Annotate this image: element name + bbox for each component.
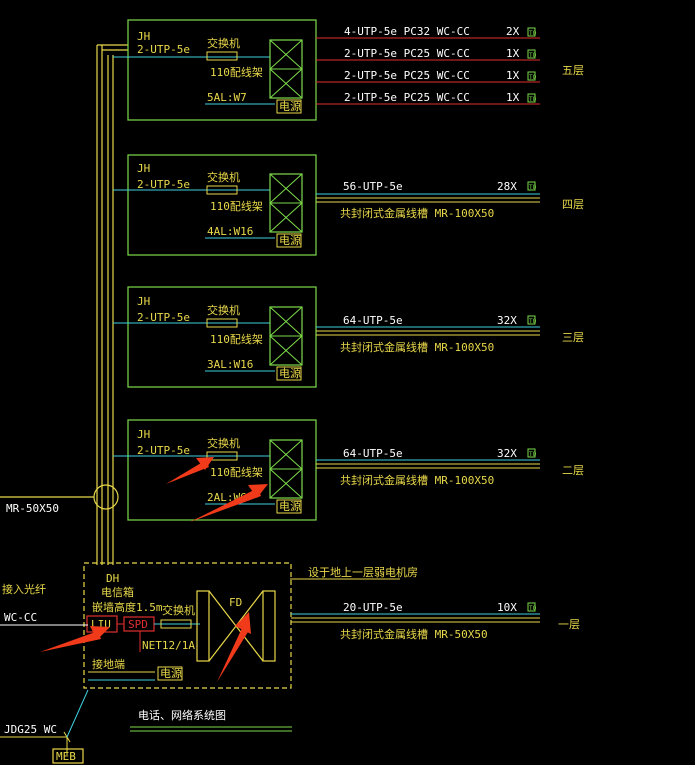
ground-floor-trunk: 20-UTP-5e 10X 共封闭式金属线槽 MR-50X50 一层	[291, 601, 580, 641]
ground-label: 接地端	[92, 658, 125, 671]
jh-label: JH	[137, 295, 150, 308]
riser-cable-label: 2-UTP-5e	[137, 444, 190, 457]
riser-cable-label: 2-UTP-5e	[137, 43, 190, 56]
power-circuit-label: 3AL:W16	[207, 358, 253, 371]
power-circuit-label: 5AL:W7	[207, 91, 247, 104]
outlet-cable: 4-UTP-5e PC32 WC-CC	[344, 25, 470, 38]
outlet-cable: 2-UTP-5e PC25 WC-CC	[344, 69, 470, 82]
power-box: 电源	[160, 666, 182, 680]
riser-cable-label: 2-UTP-5e	[137, 311, 190, 324]
mount-label: 嵌墙高度1.5m	[92, 600, 163, 614]
tray-label: 共封闭式金属线槽 MR-100X50	[340, 340, 494, 354]
power-box: 电源	[279, 99, 301, 113]
switch-label: 交换机	[207, 36, 240, 50]
patch-label: 110配线架	[210, 465, 263, 479]
riser-tray-label: MR-50X50	[6, 502, 59, 515]
floor-label: 二层	[562, 464, 584, 477]
trunk-count: 10X	[497, 601, 517, 614]
spd-model: NET12/1A	[142, 639, 195, 652]
title-text: 电话、网络系统图	[138, 708, 226, 722]
switch-label: 交换机	[207, 170, 240, 184]
trunk-cable: 64-UTP-5e	[343, 314, 403, 327]
outlet-cable: 2-UTP-5e PC25 WC-CC	[344, 47, 470, 60]
conduit-label: JDG25 WC	[4, 723, 57, 736]
floor-label: 四层	[562, 198, 584, 211]
diagram-title: 电话、网络系统图	[130, 708, 292, 732]
floor-label: 三层	[562, 331, 584, 344]
floor-2-cabinet: JH 2-UTP-5e 交换机 110配线架 2AL:W6 电源	[113, 419, 317, 521]
switch-label: 交换机	[162, 603, 195, 617]
trunk-cable: 56-UTP-5e	[343, 180, 403, 193]
power-box: 电源	[279, 366, 301, 380]
incoming-label: 接入光纤	[2, 582, 46, 596]
power-box: 电源	[279, 233, 301, 247]
tray-label: 共封闭式金属线槽 MR-100X50	[340, 206, 494, 220]
floor-3-cabinet: JH 2-UTP-5e 交换机 110配线架 3AL:W16 电源	[113, 286, 317, 388]
floor-5-outlets: 4-UTP-5e PC32 WC-CC 2-UTP-5e PC25 WC-CC …	[316, 25, 584, 105]
jh-label: JH	[137, 162, 150, 175]
arrow-icon	[190, 484, 268, 522]
trunk-count: 32X	[497, 314, 517, 327]
outlet-count: 2X	[506, 25, 520, 38]
outlet-icon	[527, 315, 538, 326]
jh-label: JH	[137, 30, 150, 43]
outlet-icon	[527, 602, 538, 613]
trunk-count: 32X	[497, 447, 517, 460]
floor-4-cabinet: JH 2-UTP-5e 交换机 110配线架 4AL:W16 电源	[113, 154, 317, 256]
trunk-count: 28X	[497, 180, 517, 193]
power-box: 电源	[279, 499, 301, 513]
floor-label: 一层	[558, 618, 580, 631]
switch-label: 交换机	[207, 303, 240, 317]
switch-label: 交换机	[207, 436, 240, 450]
arrow-icon	[40, 626, 110, 652]
floor-label: 五层	[562, 64, 584, 77]
outlet-icon	[527, 27, 538, 38]
floor-4-trunk: 56-UTP-5e 28X 共封闭式金属线槽 MR-100X50 四层	[316, 180, 584, 220]
dh-label: DH	[106, 572, 119, 585]
power-circuit-label: 4AL:W16	[207, 225, 253, 238]
system-diagram: TO JH 2-UTP-5e 交换机 110配线架 5AL:W7 电源	[0, 19, 584, 764]
outlet-icon	[527, 448, 538, 459]
fd-label: FD	[229, 596, 242, 609]
ground-floor-cabinet: DH 电信箱 嵌墙高度1.5m LIU SPD 交换机 NET12/1A 接地端…	[83, 562, 418, 689]
floor-2-trunk: 64-UTP-5e 32X 共封闭式金属线槽 MR-100X50 二层	[316, 447, 584, 487]
outlet-count: 1X	[506, 69, 520, 82]
vertical-riser	[0, 44, 128, 565]
trunk-cable: 20-UTP-5e	[343, 601, 403, 614]
outlet-count: 1X	[506, 47, 520, 60]
outlet-count: 1X	[506, 91, 520, 104]
switch-icon	[206, 51, 238, 61]
cabinet-label: 电信箱	[101, 585, 134, 599]
incoming-wc-label: WC-CC	[4, 611, 37, 624]
patch-label: 110配线架	[210, 332, 263, 346]
patch-label: 110配线架	[210, 65, 263, 79]
arrow-icon	[166, 457, 214, 484]
riser-cable-label: 2-UTP-5e	[137, 178, 190, 191]
outlet-icon	[527, 49, 538, 60]
spd-box: SPD	[128, 618, 148, 631]
incoming-feeds: 接入光纤 WC-CC JDG25 WC MEB	[0, 582, 89, 764]
outlet-cable: 2-UTP-5e PC25 WC-CC	[344, 91, 470, 104]
patch-label: 110配线架	[210, 199, 263, 213]
floor-5-cabinet: JH 2-UTP-5e 交换机 110配线架 5AL:W7 电源	[113, 19, 317, 121]
outlet-icon	[527, 181, 538, 192]
jh-label: JH	[137, 428, 150, 441]
trunk-cable: 64-UTP-5e	[343, 447, 403, 460]
outlet-icon	[527, 71, 538, 82]
location-note: 设于地上一层弱电机房	[308, 565, 418, 579]
outlet-icon	[527, 93, 538, 104]
floor-3-trunk: 64-UTP-5e 32X 共封闭式金属线槽 MR-100X50 三层	[316, 314, 584, 354]
tray-label: 共封闭式金属线槽 MR-50X50	[340, 627, 488, 641]
meb-box: MEB	[56, 750, 76, 763]
tray-label: 共封闭式金属线槽 MR-100X50	[340, 473, 494, 487]
